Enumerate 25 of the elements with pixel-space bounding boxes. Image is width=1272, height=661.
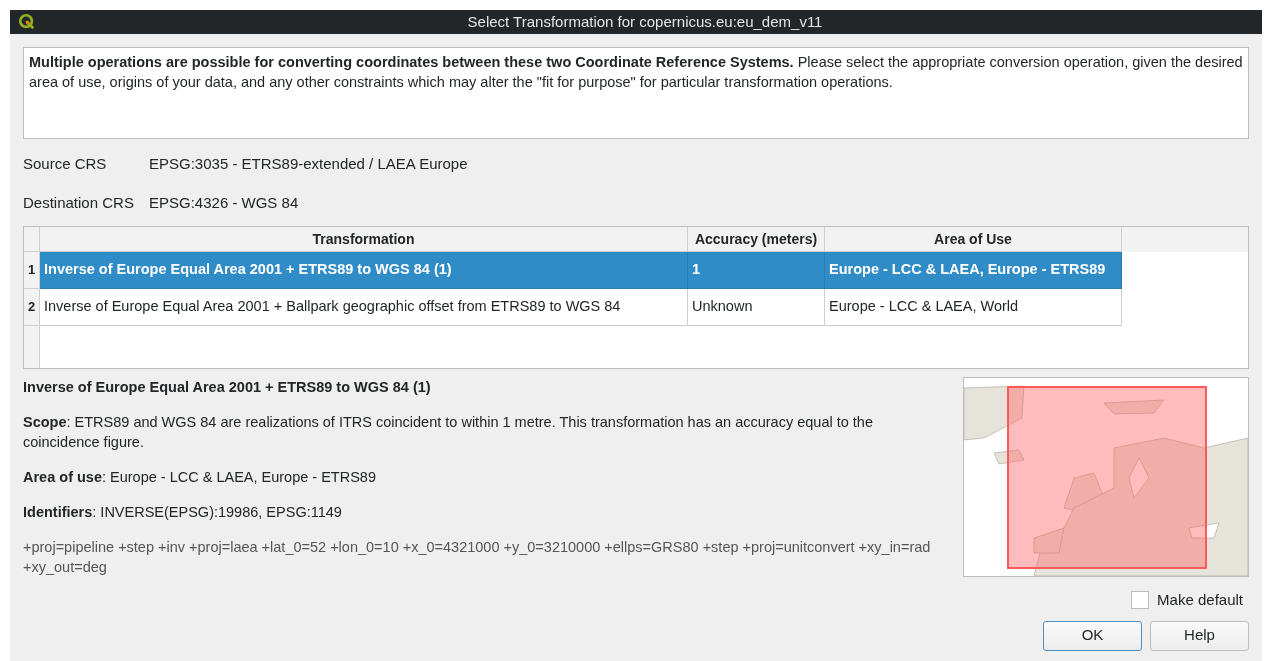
row-header-strip [24, 326, 40, 368]
make-default-checkbox[interactable] [1131, 591, 1150, 610]
details-paragraph: Scope: ETRS89 and WGS 84 are realizations of ITRS coincident to within 1 metre. This transformation has an accuracy equal to the coincidence figure. [23, 413, 874, 452]
crs-label: Source CRS [23, 154, 108, 174]
proj-string: +proj=pipeline +step +inv +proj=laea +lat_0=52 +lon_0=10 +x_0=4321000 +y_0=3210000 +ellps=GRS80 +step +proj=unitconvert +xy_in=rad +xy_out=deg [23, 538, 932, 577]
window-title: Select Transformation for copernicus.eu:eu_dem_v11 [466, 11, 824, 32]
crs-value: EPSG:4326 - WGS 84 [149, 192, 299, 213]
ok-button[interactable]: OK [1043, 620, 1142, 651]
crs-label: Destination CRS [23, 192, 135, 213]
table-cell[interactable]: 1 [688, 252, 825, 289]
table-cell[interactable]: Unknown [688, 289, 825, 326]
table-cell[interactable]: Inverse of Europe Equal Area 2001 + Ballpark geographic offset from ETRS89 to WGS 84 [40, 289, 688, 326]
app-logo-icon [18, 13, 36, 31]
details-paragraph: Area of use: Europe - LCC & LAEA, Europe - ETRS89 [23, 468, 377, 487]
row-number[interactable]: 1 [24, 252, 40, 289]
row-number[interactable]: 2 [24, 289, 40, 326]
intro-text: Multiple operations are possible for converting coordinates between these two Coordinate Reference Systems. Please select the appropriate conversion operation, given the desired area of use, origins of your data, and any other constraints which may alter the "fit for purpose" for particular transformation operations. [29, 53, 1243, 92]
details-title: Inverse of Europe Equal Area 2001 + ETRS89 to WGS 84 (1) [23, 378, 432, 397]
details-paragraph: Identifiers: INVERSE(EPSG):19986, EPSG:1149 [23, 503, 343, 522]
help-button[interactable]: Help [1150, 620, 1249, 651]
table-cell[interactable]: Europe - LCC & LAEA, Europe - ETRS89 [825, 252, 1122, 289]
table-cell[interactable]: Europe - LCC & LAEA, World [825, 289, 1122, 326]
crs-value: EPSG:3035 - ETRS89-extended / LAEA Europe [149, 154, 468, 174]
table-cell[interactable]: Inverse of Europe Equal Area 2001 + ETRS89 to WGS 84 (1) [40, 252, 688, 289]
make-default-label: Make default [1157, 590, 1243, 610]
